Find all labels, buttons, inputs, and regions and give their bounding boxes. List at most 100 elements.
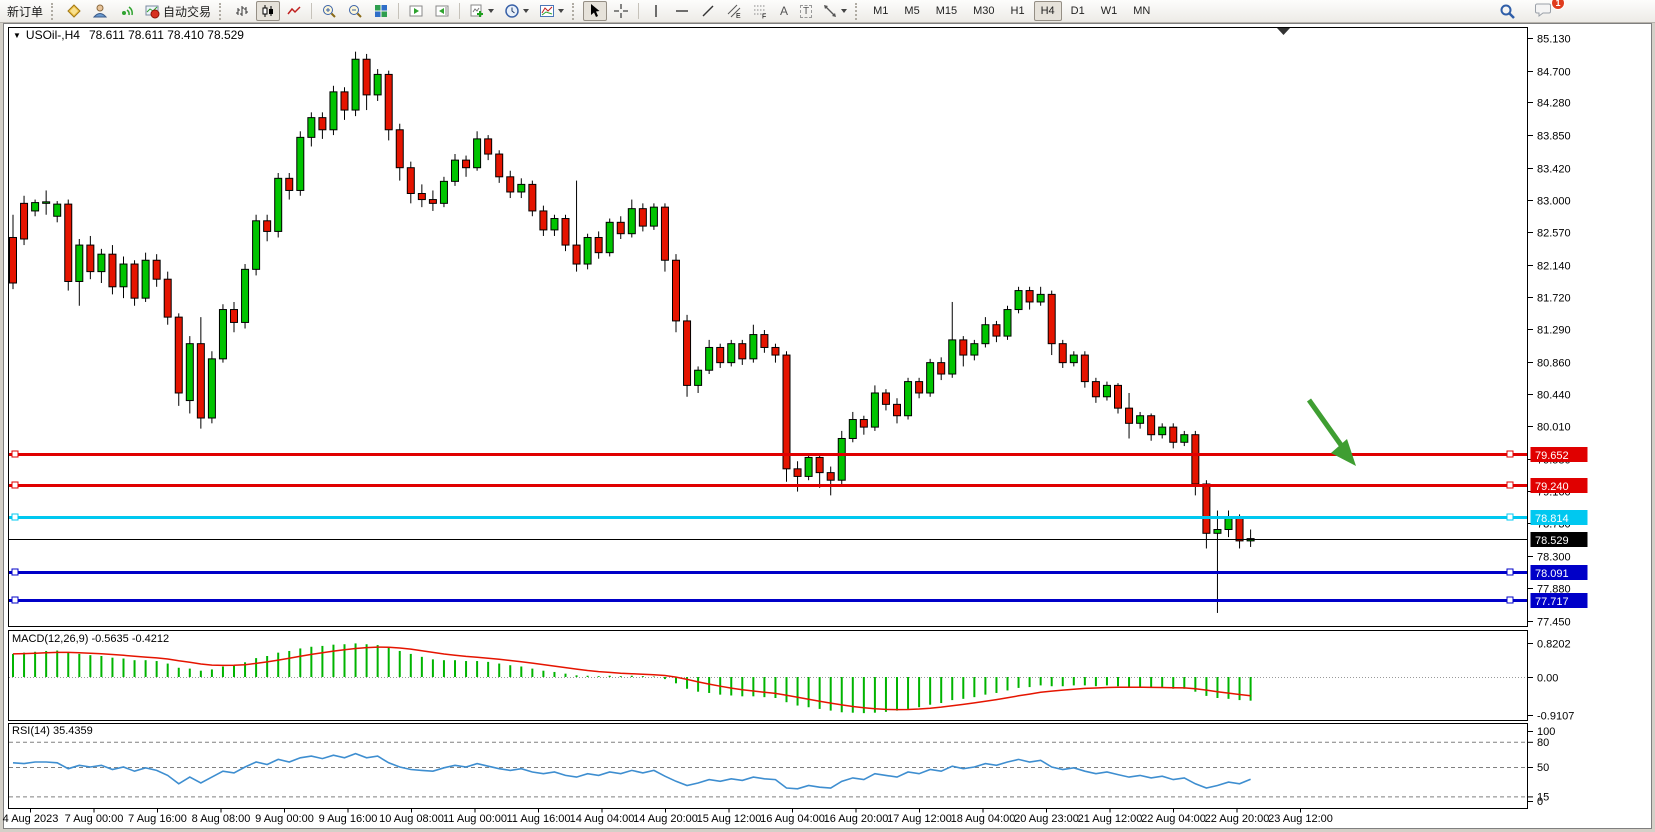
timeframes-clock-button[interactable]: [500, 1, 533, 21]
time-tick-label: 16 Aug 20:00: [824, 813, 889, 825]
bear-candle: [197, 344, 204, 418]
bear-candle: [882, 393, 889, 404]
toolbar-separator: [459, 3, 460, 19]
bear-candle: [993, 325, 1000, 336]
indicators-button[interactable]: [535, 1, 568, 21]
bar-chart-button[interactable]: [230, 1, 254, 21]
search-button[interactable]: [1495, 1, 1520, 21]
chart-canvas[interactable]: 85.13084.70084.28083.85083.42083.00082.5…: [0, 0, 1655, 832]
bull-candle: [695, 370, 702, 385]
rsi-panel[interactable]: [9, 724, 1528, 809]
bear-candle: [540, 211, 547, 230]
bull-candle: [750, 335, 757, 359]
vertical-line-tool-button[interactable]: [644, 1, 668, 21]
candlestick-chart-button[interactable]: [256, 1, 280, 21]
price-tick-label: 83.420: [1537, 164, 1571, 176]
text-tool-button[interactable]: A: [774, 1, 794, 21]
crosshair-icon: [613, 3, 629, 19]
timeframe-M15[interactable]: M15: [929, 1, 964, 21]
bull-candle: [927, 363, 934, 393]
horizontal-line-tool-button[interactable]: [670, 1, 694, 21]
new-order-button[interactable]: 新订单: [3, 1, 47, 21]
timeframe-H4[interactable]: H4: [1034, 1, 1062, 21]
bull-candle: [905, 382, 912, 416]
bear-candle: [1203, 484, 1210, 533]
bear-candle: [496, 154, 503, 177]
bear-candle: [485, 139, 492, 154]
timeframe-D1[interactable]: D1: [1064, 1, 1092, 21]
toolbar-right-group: 1: [1494, 0, 1557, 23]
bull-candle: [1103, 385, 1110, 396]
arrows-tool-button[interactable]: [818, 1, 851, 21]
bear-candle: [860, 420, 867, 428]
toolbar-grip: [855, 3, 860, 20]
bull-candle: [1070, 355, 1077, 363]
bull-candle: [374, 74, 381, 94]
timeframe-M30[interactable]: M30: [966, 1, 1001, 21]
time-tick-label: 7 Aug 00:00: [65, 813, 124, 825]
bull-candle: [242, 269, 249, 322]
time-tick-label: 8 Aug 08:00: [192, 813, 251, 825]
fibonacci-tool-button[interactable]: F: [748, 1, 772, 21]
bear-candle: [429, 200, 436, 204]
bull-candle: [584, 237, 591, 264]
bull-candle: [838, 438, 845, 480]
rsi-tick-label: 50: [1537, 762, 1549, 774]
bull-candle: [1225, 518, 1232, 529]
auto-scroll-icon: [408, 3, 424, 19]
line-chart-button[interactable]: [282, 1, 306, 21]
auto-scroll-button[interactable]: [404, 1, 428, 21]
hline-handle: [1507, 597, 1513, 603]
bear-candle: [684, 321, 691, 385]
trader-profile-button[interactable]: [88, 1, 112, 21]
timeframe-MN[interactable]: MN: [1126, 1, 1157, 21]
bear-candle: [595, 237, 602, 252]
price-tick-label: 78.300: [1537, 552, 1571, 564]
notification-badge[interactable]: 1: [1551, 0, 1565, 10]
signals-button[interactable]: [114, 1, 138, 21]
bear-candle: [816, 457, 823, 472]
main-price-panel[interactable]: [9, 28, 1528, 627]
price-tick-label: 80.860: [1537, 358, 1571, 370]
bull-candle: [1137, 416, 1144, 424]
price-line-badge-label: 78.529: [1535, 535, 1569, 547]
timeframe-M1[interactable]: M1: [866, 1, 895, 21]
bar-chart-icon: [234, 3, 250, 19]
tile-windows-button[interactable]: [369, 1, 393, 21]
text-tool-icon: A: [780, 4, 788, 18]
bear-candle: [960, 340, 967, 355]
trader-profile-icon: [92, 3, 108, 19]
cursor-tool-button[interactable]: [583, 1, 607, 21]
time-tick-label: 11 Aug 00:00: [443, 813, 507, 825]
price-tick-label: 80.440: [1537, 390, 1571, 402]
macd-panel[interactable]: [9, 631, 1528, 721]
time-tick-label: 14 Aug 20:00: [633, 813, 698, 825]
crosshair-tool-button[interactable]: [609, 1, 633, 21]
timeframe-W1[interactable]: W1: [1094, 1, 1125, 21]
text-label-tool-button[interactable]: T: [796, 1, 816, 21]
order-ticket-button[interactable]: [62, 1, 86, 21]
cursor-icon: [587, 3, 603, 19]
bear-candle: [661, 207, 668, 260]
toolbar-separator: [311, 3, 312, 19]
time-tick-label: 10 Aug 08:00: [379, 813, 444, 825]
dropdown-caret: [558, 9, 564, 13]
zoom-in-button[interactable]: [317, 1, 341, 21]
bull-candle: [54, 204, 61, 216]
bear-candle: [617, 222, 624, 233]
hline-handle: [1507, 451, 1513, 457]
auto-trading-button[interactable]: 自动交易: [140, 1, 215, 21]
timeframe-H1[interactable]: H1: [1004, 1, 1032, 21]
new-chart-button[interactable]: [465, 1, 498, 21]
timeframe-M5[interactable]: M5: [897, 1, 926, 21]
bear-candle: [827, 473, 834, 481]
trendline-tool-button[interactable]: [696, 1, 720, 21]
chart-shift-button[interactable]: [430, 1, 454, 21]
auto-trading-icon: [144, 3, 160, 19]
toolbar-separator: [398, 3, 399, 19]
time-tick-label: 16 Aug 04:00: [760, 813, 825, 825]
bear-candle: [761, 335, 768, 348]
equidistant-channel-tool-button[interactable]: E: [722, 1, 746, 21]
zoom-out-button[interactable]: [343, 1, 367, 21]
time-tick-label: 4 Aug 2023: [3, 813, 59, 825]
